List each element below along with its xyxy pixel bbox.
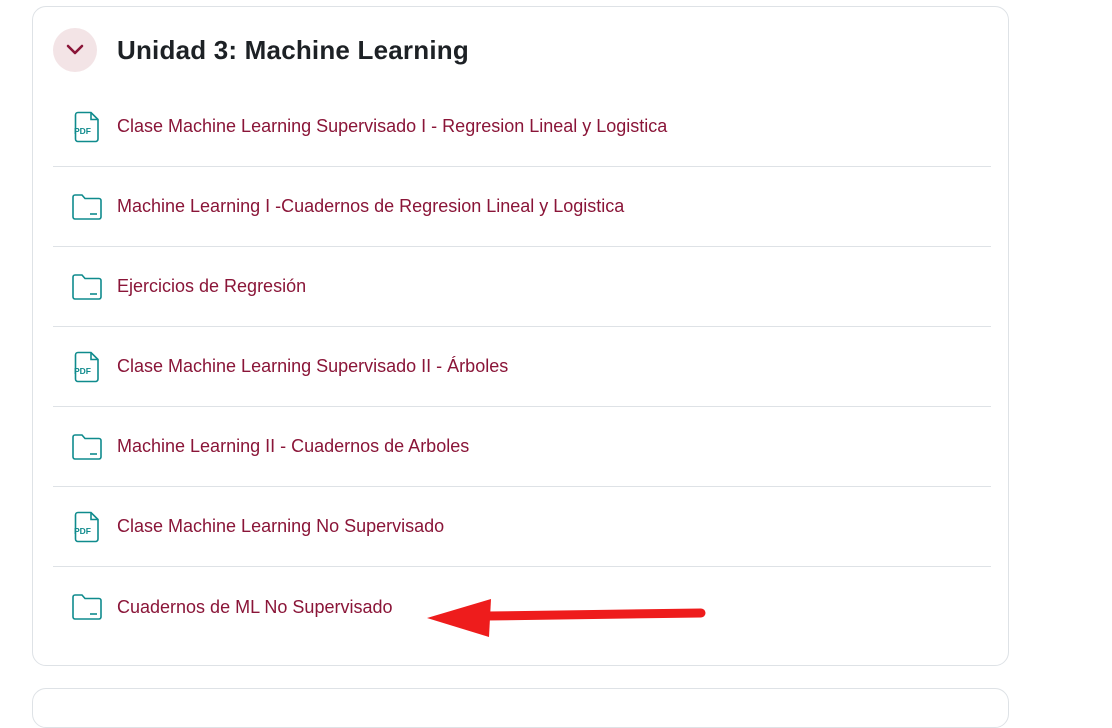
folder-icon xyxy=(71,271,103,303)
activity-link-folder[interactable]: Cuadernos de ML No Supervisado xyxy=(117,597,393,618)
svg-text:PDF: PDF xyxy=(74,366,91,376)
chevron-down-icon xyxy=(66,44,84,55)
course-section-card: Unidad 3: Machine Learning PDF Clase Mac… xyxy=(32,6,1009,666)
activity-item: Machine Learning I -Cuadernos de Regresi… xyxy=(53,167,991,247)
pdf-file-icon: PDF xyxy=(71,351,103,383)
folder-icon xyxy=(71,591,103,623)
activity-link-folder[interactable]: Ejercicios de Regresión xyxy=(117,276,306,297)
activity-link-pdf[interactable]: Clase Machine Learning Supervisado I - R… xyxy=(117,116,667,137)
activity-item: Machine Learning II - Cuadernos de Arbol… xyxy=(53,407,991,487)
red-arrow-annotation xyxy=(427,599,706,637)
activity-list: PDF Clase Machine Learning Supervisado I… xyxy=(53,87,991,647)
svg-text:PDF: PDF xyxy=(74,526,91,536)
folder-icon xyxy=(71,431,103,463)
activity-item: Ejercicios de Regresión xyxy=(53,247,991,327)
pdf-file-icon: PDF xyxy=(71,111,103,143)
activity-link-pdf[interactable]: Clase Machine Learning Supervisado II - … xyxy=(117,356,508,377)
activity-item: PDF Clase Machine Learning Supervisado I… xyxy=(53,327,991,407)
pdf-file-icon: PDF xyxy=(71,511,103,543)
section-title: Unidad 3: Machine Learning xyxy=(117,34,469,65)
activity-item: PDF Clase Machine Learning Supervisado I… xyxy=(53,87,991,167)
section-header: Unidad 3: Machine Learning xyxy=(53,27,469,73)
svg-text:PDF: PDF xyxy=(74,126,91,136)
activity-item: PDF Clase Machine Learning No Supervisad… xyxy=(53,487,991,567)
activity-link-folder[interactable]: Machine Learning II - Cuadernos de Arbol… xyxy=(117,436,469,457)
folder-icon xyxy=(71,191,103,223)
activity-link-pdf[interactable]: Clase Machine Learning No Supervisado xyxy=(117,516,444,537)
next-section-card xyxy=(32,688,1009,728)
collapse-section-button[interactable] xyxy=(53,28,97,72)
activity-link-folder[interactable]: Machine Learning I -Cuadernos de Regresi… xyxy=(117,196,624,217)
